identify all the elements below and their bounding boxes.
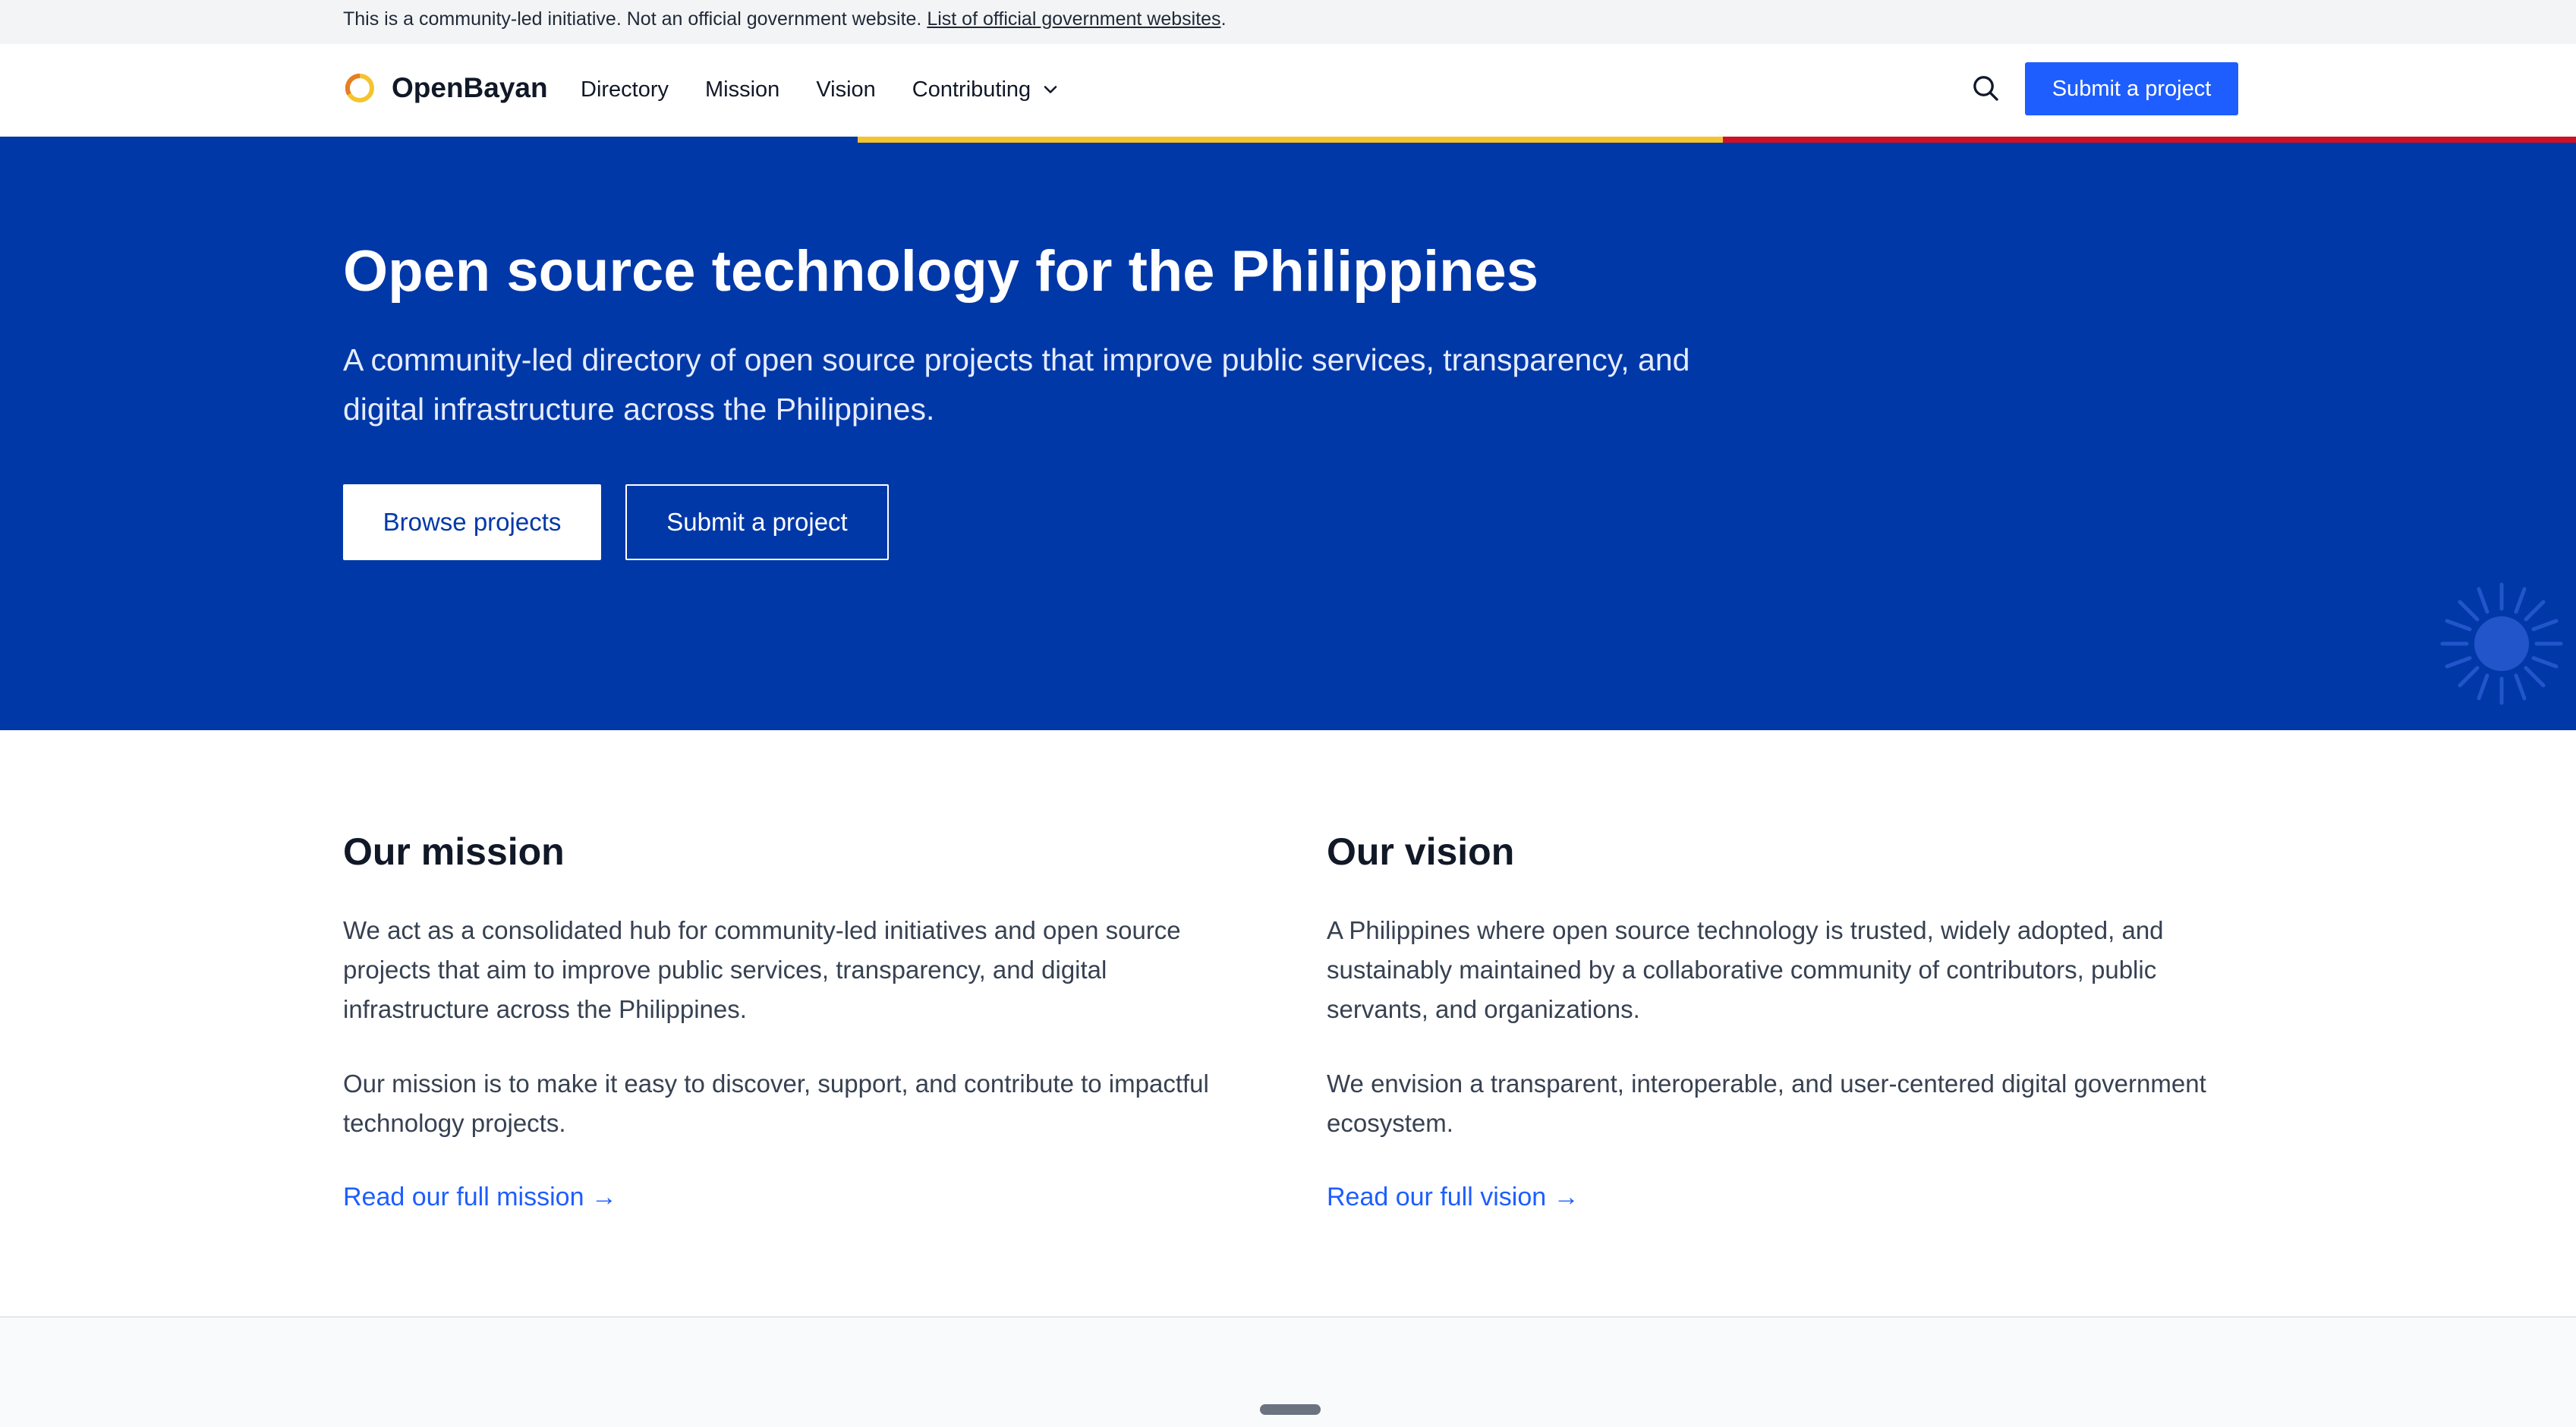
mission-section: Our mission We act as a consolidated hub… [343,821,1254,1211]
mission-paragraph-1: We act as a consolidated hub for communi… [343,916,1181,1023]
main-nav: Directory Mission Vision Contributing [581,74,1097,105]
vision-heading: Our vision [1327,830,1515,873]
nav-vision-label: Vision [816,77,876,102]
vision-paragraph-2: We envision a transparent, interoperable… [1327,1069,2206,1137]
search-icon [1973,76,1998,101]
notice-text: This is a community-led initiative. Not … [343,8,922,30]
nav-contributing-label: Contributing [912,77,1031,102]
nav-contributing-dropdown[interactable]: Contributing [912,74,1061,105]
mission-heading: Our mission [343,830,565,873]
site-header: OpenBayan Directory Mission Vision Contr… [0,44,2576,137]
notice-suffix: . [1220,8,1227,30]
hero-submit-project-button[interactable]: Submit a project [625,484,889,560]
hero-subtitle: A community-led directory of open source… [343,342,1690,427]
read-full-vision-link[interactable]: Read our full vision → [1327,1183,1579,1212]
chevron-down-icon [1044,86,1057,93]
philippine-sun-icon [2440,582,2563,705]
mission-paragraph-2: Our mission is to make it easy to discov… [343,1069,1209,1137]
nav-mission-label: Mission [705,77,780,102]
nav-vision[interactable]: Vision [816,74,875,105]
nav-directory[interactable]: Directory [581,74,669,105]
top-notice-bar: This is a community-led initiative. Not … [0,0,2576,44]
read-full-mission-link[interactable]: Read our full mission → [343,1183,617,1212]
notice-text-wrap: This is a community-led initiative. Not … [343,8,1227,30]
brand-logo[interactable]: OpenBayan [343,71,548,105]
brand-name: OpenBayan [392,72,548,103]
header-submit-project-button[interactable]: Submit a project [2025,62,2238,115]
flag-stripe-red [1723,137,2576,143]
vision-section: Our vision A Philippines where open sour… [1327,821,2237,1211]
hero-title: Open source technology for the Philippin… [343,239,1539,304]
hero-section: Open source technology for the Philippin… [0,137,2576,730]
official-websites-link[interactable]: List of official government websites [927,8,1220,30]
nav-directory-label: Directory [581,77,669,102]
scroll-handle[interactable] [1260,1404,1321,1415]
search-button[interactable] [1969,71,2002,105]
browse-projects-button[interactable]: Browse projects [343,484,601,560]
nav-mission[interactable]: Mission [705,74,779,105]
flag-stripe-yellow [858,137,1723,143]
logo-icon [345,73,374,102]
vision-paragraph-1: A Philippines where open source technolo… [1327,916,2164,1023]
